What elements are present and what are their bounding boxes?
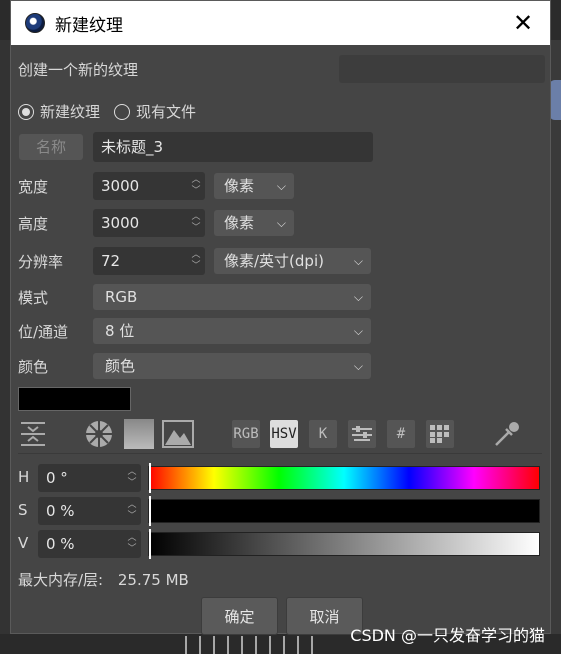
value-input[interactable]: 0 % ︿ ﹀ — [38, 530, 141, 558]
title-bar[interactable]: 新建纹理 ✕ — [11, 1, 550, 45]
height-stepper-icon[interactable]: ︿ ﹀ — [191, 212, 201, 234]
mode-value: RGB — [105, 288, 138, 306]
tab-hsv-label: HSV — [270, 420, 298, 448]
swatches-icon[interactable] — [425, 419, 455, 449]
bit-depth-label: 位/通道 — [18, 323, 69, 341]
value-stepper-icon[interactable]: ︿ ﹀ — [127, 533, 137, 555]
resolution-input[interactable]: 72 ︿ ﹀ — [93, 247, 205, 275]
tab-hsv[interactable]: HSV — [269, 419, 299, 449]
chevron-down-icon: ⌵ — [276, 179, 286, 193]
saturation-stepper-icon[interactable]: ︿ ﹀ — [127, 500, 137, 522]
width-label: 宽度 — [18, 178, 49, 196]
eyedropper-icon[interactable] — [491, 419, 523, 449]
background-app-grid — [185, 636, 315, 654]
saturation-value: 0 % — [46, 502, 75, 520]
tab-rgb-label: RGB — [232, 420, 260, 448]
source-radio-group: 新建纹理 现有文件 — [18, 101, 204, 122]
width-unit-value: 像素 — [224, 177, 255, 195]
hue-label: H — [18, 468, 30, 486]
bit-depth-value: 8 位 — [105, 322, 135, 340]
bit-depth-select[interactable]: 8 位 ⌵ — [93, 318, 371, 344]
new-texture-dialog: 新建纹理 ✕ 创建一个新的纹理 新建纹理 现有文件 名称 未标题_3 宽度 30… — [10, 0, 551, 635]
tab-kelvin-label: K — [309, 420, 337, 448]
hue-stepper-icon[interactable]: ︿ ﹀ — [127, 467, 137, 489]
dialog-subtitle: 创建一个新的纹理 — [18, 61, 139, 79]
value-slider-handle[interactable] — [149, 529, 151, 559]
resolution-value: 72 — [101, 252, 121, 270]
value-slider[interactable] — [148, 529, 540, 559]
cinema4d-logo-icon — [25, 13, 45, 33]
chevron-down-icon: ⌵ — [353, 254, 363, 268]
mode-label: 模式 — [18, 289, 49, 307]
color-label: 颜色 — [18, 358, 49, 376]
height-unit-value: 像素 — [224, 214, 255, 232]
preview-box — [339, 55, 545, 83]
width-value: 3000 — [101, 177, 140, 195]
chevron-down-icon: ⌵ — [353, 290, 363, 304]
color-wheel-icon[interactable] — [83, 419, 115, 449]
height-value: 3000 — [101, 214, 140, 232]
close-icon[interactable]: ✕ — [510, 10, 536, 36]
watermark: CSDN @一只发奋学习的猫 — [350, 626, 545, 645]
name-input[interactable]: 未标题_3 — [93, 132, 373, 162]
tab-kelvin[interactable]: K — [308, 419, 338, 449]
resolution-label: 分辨率 — [18, 253, 64, 271]
hue-input[interactable]: 0 ° ︿ ﹀ — [38, 464, 141, 492]
spectrum-icon[interactable] — [123, 419, 155, 449]
value-label: V — [18, 534, 29, 552]
memory-label: 最大内存/层: — [18, 571, 104, 589]
memory-value: 25.75 MB — [117, 571, 189, 589]
dialog-title: 新建纹理 — [55, 15, 123, 36]
width-input[interactable]: 3000 ︿ ﹀ — [93, 172, 205, 200]
collapse-icon[interactable] — [18, 419, 48, 449]
resolution-unit-select[interactable]: 像素/英寸(dpi) ⌵ — [214, 248, 371, 274]
width-unit-select[interactable]: 像素 ⌵ — [214, 173, 294, 199]
hue-value: 0 ° — [46, 469, 68, 487]
color-select[interactable]: 颜色 ⌵ — [93, 353, 371, 379]
memory-info: 最大内存/层: 25.75 MB — [18, 569, 189, 590]
name-label-button: 名称 — [19, 134, 83, 160]
value-value: 0 % — [46, 535, 75, 553]
chevron-down-icon: ⌵ — [353, 324, 363, 338]
radio-existing-file-label[interactable]: 现有文件 — [136, 101, 196, 122]
ok-button[interactable]: 确定 — [201, 597, 278, 635]
radio-new-texture-label[interactable]: 新建纹理 — [40, 101, 100, 122]
height-unit-select[interactable]: 像素 ⌵ — [214, 210, 294, 236]
radio-existing-file[interactable] — [114, 103, 131, 120]
chevron-down-icon: ⌵ — [353, 359, 363, 373]
radio-new-texture[interactable] — [18, 103, 34, 120]
tab-hex[interactable]: # — [386, 419, 416, 449]
saturation-slider[interactable] — [148, 496, 540, 526]
image-picker-icon[interactable] — [161, 419, 195, 449]
tab-hex-label: # — [387, 420, 415, 448]
width-stepper-icon[interactable]: ︿ ﹀ — [191, 175, 201, 197]
resolution-stepper-icon[interactable]: ︿ ﹀ — [191, 250, 201, 272]
saturation-slider-handle[interactable] — [149, 496, 151, 526]
color-swatch[interactable] — [18, 387, 131, 411]
chevron-down-icon: ⌵ — [276, 216, 286, 230]
saturation-input[interactable]: 0 % ︿ ﹀ — [38, 497, 141, 525]
hue-slider[interactable] — [148, 463, 540, 493]
color-value: 颜色 — [105, 357, 136, 375]
tab-rgb[interactable]: RGB — [231, 419, 261, 449]
height-input[interactable]: 3000 ︿ ﹀ — [93, 209, 205, 237]
divider — [18, 453, 542, 454]
mode-select[interactable]: RGB ⌵ — [93, 284, 371, 310]
mixer-icon[interactable] — [347, 419, 377, 449]
resolution-unit-value: 像素/英寸(dpi) — [224, 252, 324, 270]
saturation-label: S — [18, 501, 28, 519]
height-label: 高度 — [18, 215, 49, 233]
hue-slider-handle[interactable] — [149, 463, 151, 493]
